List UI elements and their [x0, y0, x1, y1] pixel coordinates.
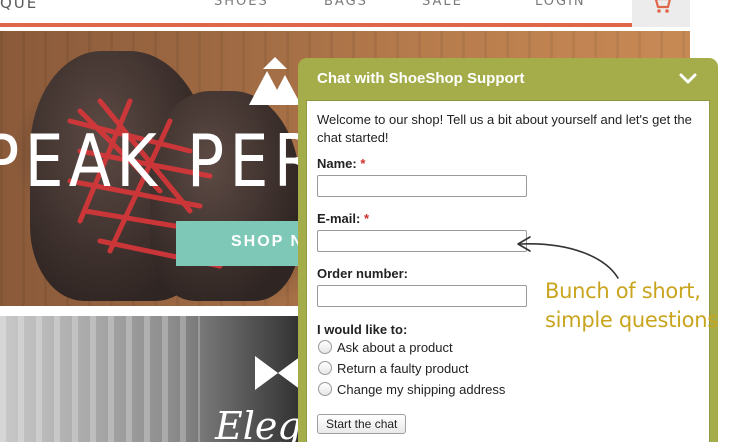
radio-ask-product[interactable]: Ask about a product	[318, 340, 453, 358]
radio-button[interactable]	[318, 361, 332, 375]
order-number-field[interactable]	[317, 285, 527, 307]
bow-icon	[255, 356, 301, 390]
nav-link-sale[interactable]: SALE	[422, 0, 463, 9]
cart-button[interactable]	[632, 0, 690, 27]
chevron-down-icon	[679, 73, 697, 84]
store-navbar: QUE SHOES BAGS SALE LOGIN	[0, 0, 690, 27]
radio-button[interactable]	[318, 382, 332, 396]
start-chat-button[interactable]: Start the chat	[317, 414, 407, 434]
chat-title: Chat with ShoeShop Support	[317, 70, 525, 87]
collapse-chat-button[interactable]	[676, 68, 700, 90]
annotation-text: Bunch of short, simple questions	[545, 277, 725, 335]
chat-intro-text: Welcome to our shop! Tell us a bit about…	[317, 112, 692, 145]
email-field-label: E-mail: *	[317, 211, 369, 226]
nav-link-bags[interactable]: BAGS	[324, 0, 368, 9]
mountain-logo-icon	[249, 57, 301, 105]
name-field-label: Name: *	[317, 156, 365, 171]
chat-widget: Chat with ShoeShop Support Welcome to ou…	[298, 58, 718, 442]
radio-label: Change my shipping address	[337, 382, 506, 397]
banner-texture	[0, 316, 200, 442]
chat-header[interactable]: Chat with ShoeShop Support	[298, 58, 718, 98]
name-label-text: Name:	[317, 156, 357, 171]
email-label-text: E-mail:	[317, 211, 361, 226]
options-label: I would like to:	[317, 322, 408, 337]
required-marker: *	[360, 156, 366, 171]
email-field[interactable]	[317, 230, 527, 252]
store-logo[interactable]: QUE	[0, 0, 38, 12]
radio-label: Ask about a product	[337, 340, 453, 355]
nav-link-shoes[interactable]: SHOES	[214, 0, 269, 9]
order-number-label: Order number:	[317, 266, 409, 281]
name-field[interactable]	[317, 175, 527, 197]
radio-change-address[interactable]: Change my shipping address	[318, 382, 505, 400]
nav-link-login[interactable]: LOGIN	[535, 0, 586, 9]
annotation-line-2: simple questions	[545, 308, 718, 332]
radio-label: Return a faulty product	[337, 361, 469, 376]
annotation-line-1: Bunch of short,	[545, 279, 701, 303]
required-marker: *	[363, 211, 370, 226]
radio-button[interactable]	[318, 340, 332, 354]
chat-form: Welcome to our shop! Tell us a bit about…	[306, 100, 710, 442]
cart-icon	[654, 0, 671, 13]
radio-return-product[interactable]: Return a faulty product	[318, 361, 469, 379]
